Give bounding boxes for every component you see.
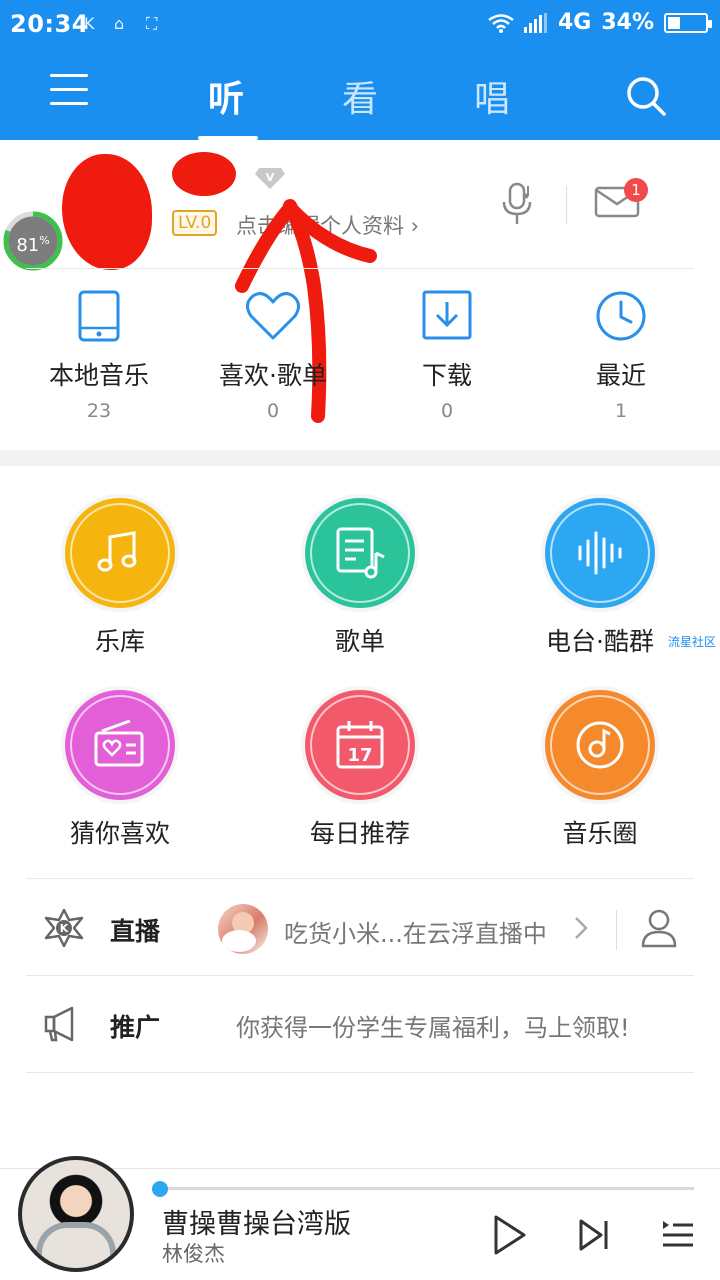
row-divider (616, 910, 617, 950)
stat-favorites[interactable]: 喜欢·歌单 0 (193, 290, 353, 422)
feature-label: 歌单 (334, 627, 385, 656)
cover-art (22, 1160, 130, 1268)
main-nav: 听 看 唱 (0, 52, 720, 140)
stat-label: 喜欢·歌单 (219, 361, 327, 390)
kugou-live-icon: K (44, 908, 84, 948)
playlist-icon (336, 527, 385, 579)
screenshot-notify-icon: ⛶ (146, 14, 158, 33)
music-circle-icon (576, 721, 624, 769)
stat-label: 本地音乐 (48, 361, 149, 390)
stat-label: 最近 (595, 361, 646, 390)
promo-text[interactable]: 你获得一份学生专属福利，马上领取! (236, 1008, 630, 1043)
stat-recent[interactable]: 最近 1 (541, 290, 701, 422)
promo-row[interactable]: 推广 你获得一份学生专属福利，马上领取! (26, 976, 694, 1072)
feature-circle (65, 690, 175, 800)
promo-title: 推广 (110, 1013, 161, 1042)
feature-label: 乐库 (94, 627, 145, 656)
feature-guess-you-like[interactable]: 猜你喜欢 (20, 690, 220, 850)
tab-sing[interactable]: 唱 (474, 70, 510, 122)
heart-icon (246, 292, 300, 340)
chevron-right-icon (575, 917, 588, 939)
progress-knob[interactable] (152, 1181, 168, 1197)
stat-count: 23 (86, 400, 112, 422)
stat-download[interactable]: 下载 0 (367, 290, 527, 422)
progress-ring[interactable]: 81% (2, 210, 64, 272)
feature-circle (65, 498, 175, 608)
network-type: 4G (557, 10, 592, 35)
ring-label: 81% (16, 234, 50, 256)
live-description[interactable]: 吃货小米...在云浮直播中 (284, 914, 547, 949)
feature-daily-picks[interactable]: 17 每日推荐 (260, 690, 460, 850)
stat-count: 1 (614, 400, 628, 422)
stat-local-music[interactable]: 本地音乐 23 (19, 290, 179, 422)
download-icon (422, 290, 472, 340)
status-time: 20:34 (10, 10, 89, 38)
calendar-icon: 17 (336, 721, 384, 769)
music-note-icon (97, 531, 137, 572)
person-icon[interactable] (640, 908, 678, 948)
feature-label: 音乐圈 (562, 819, 638, 848)
calendar-date: 17 (347, 745, 372, 766)
feature-library[interactable]: 乐库 (20, 498, 220, 658)
svg-text:V: V (266, 171, 275, 184)
queue-icon[interactable] (660, 1218, 696, 1250)
home-notify-icon: ⌂ (114, 14, 125, 33)
wifi-icon (488, 13, 514, 33)
status-right: 4G 34% (488, 10, 712, 35)
search-icon[interactable] (624, 74, 668, 118)
section-gap (0, 450, 720, 466)
stat-label: 下载 (421, 361, 472, 390)
feature-music-circle[interactable]: 音乐圈 (500, 690, 700, 850)
song-title[interactable]: 曹操曹操台湾版 (162, 1202, 351, 1241)
feature-circle (545, 498, 655, 608)
feature-label: 猜你喜欢 (69, 819, 170, 848)
avatar-redaction (62, 154, 152, 270)
radio-heart-icon (94, 719, 144, 767)
stat-count: 0 (440, 400, 454, 422)
status-bar: 20:34 K ⌂ ⛶ 4G 34% (0, 0, 720, 52)
battery-fill (668, 16, 681, 29)
megaphone-icon (44, 1006, 74, 1042)
menu-icon[interactable] (50, 74, 90, 114)
username-redaction (172, 152, 236, 196)
side-tag[interactable]: 流星社区 (668, 633, 716, 650)
live-row[interactable]: K 直播 吃货小米...在云浮直播中 (26, 880, 694, 976)
divider (26, 268, 694, 269)
top-bar: 20:34 K ⌂ ⛶ 4G 34% 听 看 唱 (0, 0, 720, 140)
next-icon[interactable] (578, 1218, 610, 1252)
divider (26, 1072, 694, 1073)
soundwave-icon (578, 531, 622, 575)
divider (26, 878, 694, 879)
feature-circle (545, 690, 655, 800)
progress-track[interactable] (160, 1187, 694, 1190)
artist-name[interactable]: 林俊杰 (162, 1238, 225, 1268)
mail-badge: 1 (624, 178, 648, 202)
play-icon[interactable] (492, 1214, 528, 1256)
stat-count: 0 (266, 400, 280, 422)
battery-icon (664, 12, 712, 33)
mic-icon[interactable] (500, 182, 538, 226)
album-cover[interactable] (18, 1156, 134, 1272)
battery-percent: 34% (601, 10, 654, 35)
clock-icon (596, 291, 646, 341)
kugou-notify-icon: K (84, 14, 95, 33)
svg-text:K: K (60, 922, 69, 935)
tab-watch[interactable]: 看 (342, 70, 378, 122)
profile-divider (566, 186, 567, 224)
feature-circle: 17 (305, 690, 415, 800)
streamer-avatar[interactable] (218, 904, 268, 954)
tablet-icon (78, 290, 120, 342)
feature-label: 每日推荐 (309, 819, 410, 848)
live-title: 直播 (110, 917, 161, 946)
vip-diamond-icon: V (255, 168, 285, 189)
feature-playlist[interactable]: 歌单 (260, 498, 460, 658)
tab-listen[interactable]: 听 (208, 70, 244, 122)
feature-circle (305, 498, 415, 608)
signal-icon (523, 12, 547, 33)
level-badge: LV.0 (172, 210, 218, 236)
